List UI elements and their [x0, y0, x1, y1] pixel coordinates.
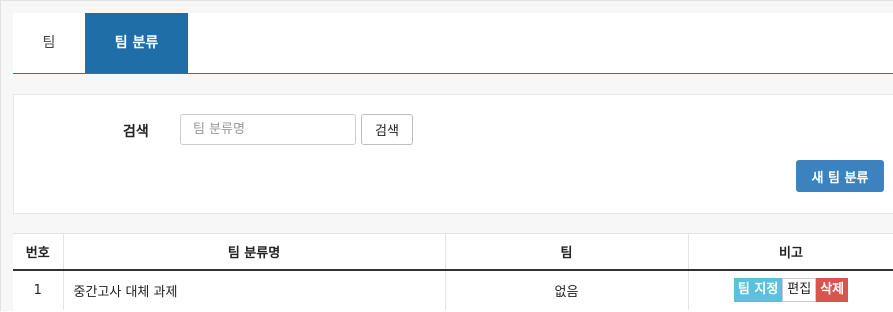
tab-team[interactable]: 팀 — [13, 13, 85, 73]
page-frame: 팀 팀 분류 검색 검색 새 팀 분류 번호 팀 분류명 팀 비고 — [0, 0, 893, 312]
row-team: 없음 — [445, 269, 689, 310]
search-label: 검색 — [123, 124, 149, 140]
search-button[interactable]: 검색 — [361, 114, 413, 145]
new-team-category-button[interactable]: 새 팀 분류 — [796, 160, 884, 192]
team-category-table: 번호 팀 분류명 팀 비고 1 중간고사 대체 과제 없음 팀 지정 편집 삭제 — [13, 233, 893, 310]
column-header-team: 팀 — [445, 233, 689, 271]
assign-team-button[interactable]: 팀 지정 — [733, 278, 783, 302]
delete-button[interactable]: 삭제 — [816, 278, 849, 302]
tab-bar: 팀 팀 분류 — [13, 13, 893, 74]
column-header-note: 비고 — [688, 233, 893, 271]
search-panel: 검색 검색 새 팀 분류 — [13, 94, 893, 214]
team-category-table-wrap: 번호 팀 분류명 팀 비고 1 중간고사 대체 과제 없음 팀 지정 편집 삭제 — [13, 233, 893, 312]
tab-team-category[interactable]: 팀 분류 — [85, 13, 188, 73]
search-input[interactable] — [180, 114, 356, 145]
row-actions: 팀 지정 편집 삭제 — [688, 269, 893, 310]
column-header-number: 번호 — [13, 233, 64, 271]
table-row: 1 중간고사 대체 과제 없음 팀 지정 편집 삭제 — [13, 269, 893, 310]
edit-button[interactable]: 편집 — [782, 278, 817, 302]
column-header-category-name: 팀 분류명 — [63, 233, 446, 271]
table-header-row: 번호 팀 분류명 팀 비고 — [13, 233, 893, 271]
row-category-name: 중간고사 대체 과제 — [63, 269, 446, 310]
row-number: 1 — [13, 269, 64, 310]
